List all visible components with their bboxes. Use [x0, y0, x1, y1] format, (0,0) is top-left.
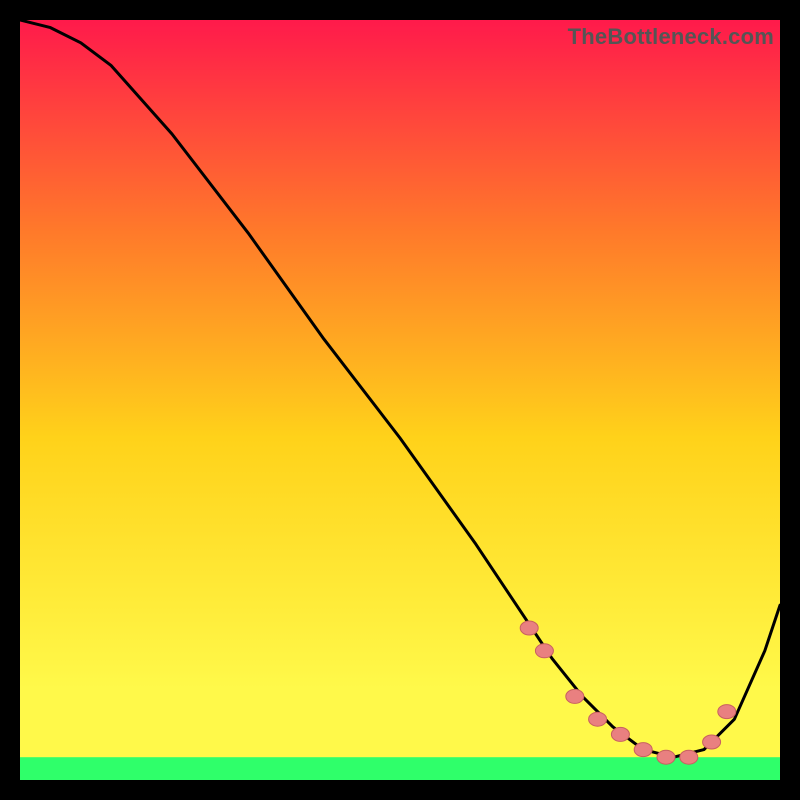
watermark-label: TheBottleneck.com	[568, 24, 774, 50]
gradient-background	[20, 20, 780, 780]
marker-point	[520, 621, 538, 635]
marker-point	[680, 750, 698, 764]
marker-point	[718, 705, 736, 719]
marker-point	[535, 644, 553, 658]
marker-point	[566, 689, 584, 703]
marker-point	[611, 727, 629, 741]
marker-point	[703, 735, 721, 749]
chart-plot	[20, 20, 780, 780]
marker-point	[589, 712, 607, 726]
chart-frame: TheBottleneck.com	[20, 20, 780, 780]
marker-point	[634, 743, 652, 757]
marker-point	[657, 750, 675, 764]
